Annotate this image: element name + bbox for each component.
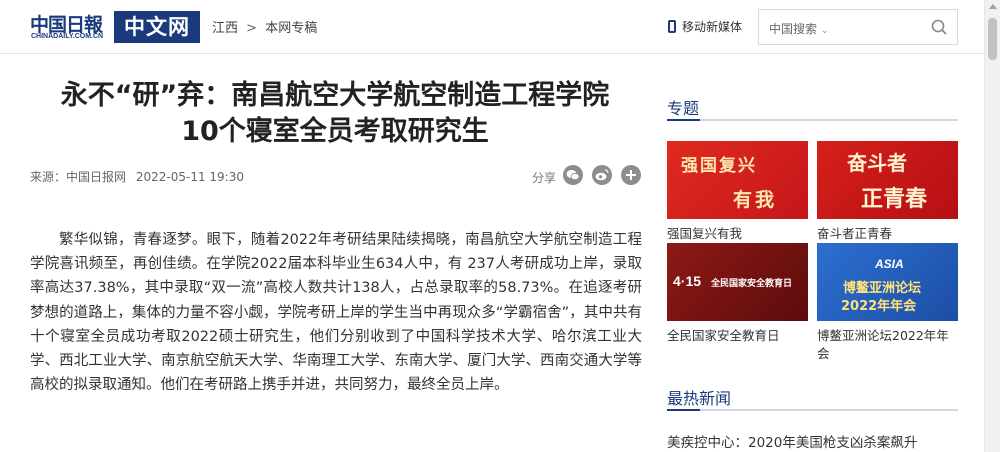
topic-image-anquan[interactable]: 4·15 全民国家安全教育日 xyxy=(667,243,808,321)
topic-card-anquan[interactable]: 4·15 全民国家安全教育日 全民国家安全教育日 xyxy=(667,243,808,345)
topic-image-text: 正青春 xyxy=(861,186,928,212)
heading-underline xyxy=(667,409,700,411)
logo-zhongwenwang: 中文网 xyxy=(114,11,200,43)
breadcrumb: 江西 > 本网专稿 xyxy=(212,17,321,36)
breadcrumb-jiangxi[interactable]: 江西 xyxy=(212,21,238,36)
topics-heading-text: 专题 xyxy=(667,99,700,118)
article-source: 来源：中国日报网 xyxy=(30,170,127,184)
topic-image-text: 2022年年会 xyxy=(841,299,917,314)
share-label: 分享 xyxy=(532,171,557,185)
article-title-line2: 10个寝室全员考取研究生 xyxy=(181,116,489,147)
topic-image-qiangguo[interactable]: 强国复兴 有我 xyxy=(667,141,808,219)
phone-icon xyxy=(668,20,676,33)
topic-image-text: ASIA xyxy=(875,257,904,271)
topics-heading: 专题 xyxy=(667,95,958,121)
topic-image-text: 强国复兴 xyxy=(681,156,757,176)
heading-underline xyxy=(667,119,700,121)
search-placeholder: 中国搜索 xyxy=(769,22,818,36)
site-header: 中国日報 CHINADAILY.COM.CN 中文网 江西 > 本网专稿 移动新… xyxy=(0,0,1000,54)
article-title: 永不“研”弃：南昌航空大学航空制造工程学院 10个寝室全员考取研究生 xyxy=(30,78,640,150)
topic-image-boao[interactable]: ASIA 博鳌亚洲论坛 2022年年会 xyxy=(817,243,958,321)
search-engine-select[interactable]: 中国搜索 ⌄ xyxy=(769,20,828,37)
topic-card-boao[interactable]: ASIA 博鳌亚洲论坛 2022年年会 博鳌亚洲论坛2022年年会 xyxy=(817,243,958,363)
topic-image-text: 博鳌亚洲论坛 xyxy=(843,281,922,296)
more-share-icon[interactable] xyxy=(621,165,641,185)
weibo-share-icon[interactable] xyxy=(592,165,612,185)
scroll-up-arrow-icon[interactable] xyxy=(989,4,997,9)
logo-chinadaily-mark: 中国日報 CHINADAILY.COM.CN xyxy=(28,9,113,45)
chevron-down-icon: ⌄ xyxy=(820,26,829,36)
article-body-paragraph: 繁华似锦，青春逐梦。眼下，随着2022年考研结果陆续揭晓，南昌航空大学航空制造工… xyxy=(30,232,642,394)
article-title-line1: 永不“研”弃：南昌航空大学航空制造工程学院 xyxy=(60,80,610,111)
topic-image-text: 奋斗者 xyxy=(847,151,907,175)
wechat-share-icon[interactable] xyxy=(563,165,583,185)
topic-image-fendouzhe[interactable]: 奋斗者 正青春 xyxy=(817,141,958,219)
hot-news-item[interactable]: 美疾控中心：2020年美国枪支凶杀案飙升 xyxy=(667,431,917,451)
scrollbar-thumb[interactable] xyxy=(988,18,997,60)
topic-image-text: 有我 xyxy=(733,189,778,211)
topic-card-fendouzhe[interactable]: 奋斗者 正青春 奋斗者正青春 xyxy=(817,141,958,243)
hot-news-heading: 最热新闻 xyxy=(667,385,958,411)
mobile-media-link[interactable]: 移动新媒体 xyxy=(668,18,742,36)
topic-caption[interactable]: 强国复兴有我 xyxy=(667,225,808,243)
page-scrollbar[interactable] xyxy=(984,0,1000,452)
breadcrumb-separator: > xyxy=(246,21,258,36)
breadcrumb-exclusive[interactable]: 本网专稿 xyxy=(265,21,317,36)
topic-image-text: 4·15 xyxy=(673,273,702,289)
chinadaily-logo[interactable]: 中国日報 CHINADAILY.COM.CN 中文网 xyxy=(28,9,200,45)
topic-caption[interactable]: 博鳌亚洲论坛2022年年会 xyxy=(817,327,958,363)
article-meta: 来源：中国日报网 2022-05-11 19:30 xyxy=(30,168,250,185)
topic-caption[interactable]: 奋斗者正青春 xyxy=(817,225,958,243)
search-box[interactable]: 中国搜索 ⌄ xyxy=(758,9,958,45)
hot-news-heading-text: 最热新闻 xyxy=(667,389,732,408)
logo-url-text: CHINADAILY.COM.CN xyxy=(31,33,104,40)
topic-card-qiangguo[interactable]: 强国复兴 有我 强国复兴有我 xyxy=(667,141,808,243)
topic-image-text: 全民国家安全教育日 xyxy=(711,279,793,289)
article-datetime: 2022-05-11 19:30 xyxy=(135,170,244,184)
mobile-media-label: 移动新媒体 xyxy=(682,20,743,34)
search-icon[interactable] xyxy=(931,19,947,35)
topic-caption[interactable]: 全民国家安全教育日 xyxy=(667,327,808,345)
